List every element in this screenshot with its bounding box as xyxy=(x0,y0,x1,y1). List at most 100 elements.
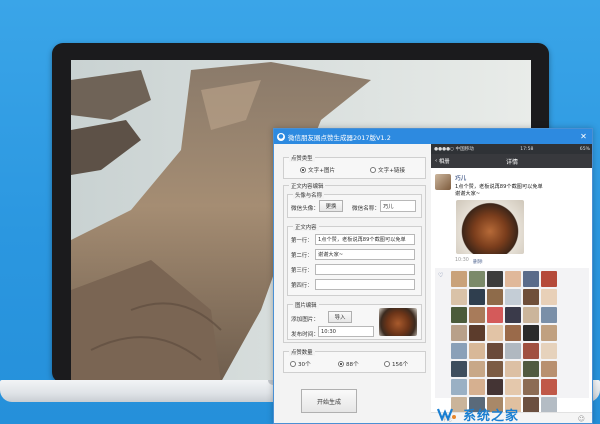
content-title: 正文内容 xyxy=(293,223,319,231)
liker-avatar[interactable] xyxy=(505,361,521,377)
liker-avatar[interactable] xyxy=(469,307,485,323)
liker-avatar[interactable] xyxy=(451,271,467,287)
liker-avatar[interactable] xyxy=(505,289,521,305)
content-line-2: 第二行： 谢谢大家~ xyxy=(291,249,415,260)
line-2-label: 第二行： xyxy=(291,252,313,259)
liker-avatar[interactable] xyxy=(487,361,503,377)
liker-avatar[interactable] xyxy=(451,289,467,305)
liker-avatar[interactable] xyxy=(523,271,539,287)
carrier-signal: ●●●●○ 中国移动 xyxy=(434,147,474,152)
avatar-label: 微信头像： xyxy=(291,206,319,212)
nav-title: 详情 xyxy=(505,158,518,166)
publish-time-input[interactable]: 10:30 xyxy=(318,326,374,337)
liker-avatar[interactable] xyxy=(505,307,521,323)
liker-avatar[interactable] xyxy=(523,397,539,413)
liker-avatar[interactable] xyxy=(469,289,485,305)
publish-time-label: 发布时间： xyxy=(291,332,319,338)
radio-count-88[interactable]: 88个 xyxy=(338,360,359,368)
line-1-input[interactable]: 1点个赞，老板说再89个截图可以免单 xyxy=(315,234,415,245)
liker-avatar-grid xyxy=(451,271,557,423)
liker-avatar[interactable] xyxy=(469,379,485,395)
avatar-name-group: 头像与名称 微信头像： 更换 微信名称： 巧儿 xyxy=(287,191,422,218)
liker-avatar[interactable] xyxy=(451,343,467,359)
name-input[interactable]: 巧儿 xyxy=(380,200,416,212)
back-label: 相册 xyxy=(438,159,450,165)
liker-avatar[interactable] xyxy=(451,379,467,395)
content-line-3: 第三行： xyxy=(291,264,415,275)
liker-avatar[interactable] xyxy=(523,289,539,305)
liker-avatar[interactable] xyxy=(541,343,557,359)
line-2-input[interactable]: 谢谢大家~ xyxy=(315,249,415,260)
liker-avatar[interactable] xyxy=(451,361,467,377)
post-text-line-2: 谢谢大家~ xyxy=(455,191,481,197)
liker-avatar[interactable] xyxy=(505,379,521,395)
post-text-line-1: 1点个赞，老板说再89个截图可以免单 xyxy=(455,184,543,190)
liker-avatar[interactable] xyxy=(505,343,521,359)
back-button[interactable]: ‹ 相册 xyxy=(435,154,450,168)
liker-avatar[interactable] xyxy=(451,307,467,323)
phone-nav-bar: ‹ 相册 详情 xyxy=(431,154,592,168)
like-count-group: 点赞数量 30个 88个 156个 xyxy=(283,348,426,373)
radio-text-image[interactable]: 文字+图片 xyxy=(300,166,335,174)
liker-avatar[interactable] xyxy=(487,343,503,359)
radio-dot-selected xyxy=(300,167,306,173)
post-image-thumbnail xyxy=(379,308,417,336)
liker-avatar[interactable] xyxy=(505,325,521,341)
radio-dot xyxy=(290,361,296,367)
phone-status-bar: ●●●●○ 中国移动 17:58 65% xyxy=(431,144,592,154)
author-name[interactable]: 巧儿 xyxy=(455,174,466,182)
liker-avatar[interactable] xyxy=(541,397,557,413)
line-3-input[interactable] xyxy=(315,264,415,275)
liker-avatar[interactable] xyxy=(541,379,557,395)
liker-avatar[interactable] xyxy=(541,289,557,305)
moments-post: 巧儿 1点个赞，老板说再89个截图可以免单 谢谢大家~ 10:30 删除 ♡ 评… xyxy=(431,168,592,423)
liker-avatar[interactable] xyxy=(523,361,539,377)
name-label: 微信名称： xyxy=(352,206,380,212)
liker-avatar[interactable] xyxy=(469,271,485,287)
avatar xyxy=(435,174,451,190)
delete-link[interactable]: 删除 xyxy=(473,258,483,265)
liker-avatar[interactable] xyxy=(541,325,557,341)
liker-avatar[interactable] xyxy=(505,271,521,287)
app-window: ● 微信朋友圈点赞生成器2017版V1.2 ✕ 点赞类型 文字+图片 文字+链接… xyxy=(273,128,593,424)
radio-text-link[interactable]: 文字+链接 xyxy=(370,166,405,174)
liker-avatar[interactable] xyxy=(541,361,557,377)
import-button[interactable]: 导入 xyxy=(328,311,352,323)
line-4-input[interactable] xyxy=(315,279,415,290)
watermark-logo-icon xyxy=(436,407,457,422)
radio-count-30[interactable]: 30个 xyxy=(290,360,311,368)
liker-avatar[interactable] xyxy=(451,325,467,341)
radio-text-image-label: 文字+图片 xyxy=(308,168,336,174)
likes-box: ♡ xyxy=(435,268,589,423)
replace-avatar-button[interactable]: 更换 xyxy=(319,200,343,212)
wechat-preview: ●●●●○ 中国移动 17:58 65% ‹ 相册 详情 巧儿 1点个赞，老板说… xyxy=(431,144,592,423)
liker-avatar[interactable] xyxy=(487,379,503,395)
liker-avatar[interactable] xyxy=(487,289,503,305)
post-photo[interactable] xyxy=(456,200,524,254)
close-icon[interactable]: ✕ xyxy=(575,129,592,144)
watermark-logo-svg xyxy=(436,408,456,422)
image-edit-group: 图片编辑 添加图片： 导入 发布时间： 10:30 xyxy=(287,301,422,340)
liker-avatar[interactable] xyxy=(541,271,557,287)
liker-avatar[interactable] xyxy=(487,271,503,287)
liker-avatar[interactable] xyxy=(487,307,503,323)
radio-count-156-label: 156个 xyxy=(392,362,409,368)
liker-avatar[interactable] xyxy=(523,325,539,341)
liker-avatar[interactable] xyxy=(469,325,485,341)
smile-icon[interactable]: ☺ xyxy=(578,415,585,423)
liker-avatar[interactable] xyxy=(523,379,539,395)
title-bar[interactable]: ● 微信朋友圈点赞生成器2017版V1.2 ✕ xyxy=(274,129,592,144)
image-edit-title: 图片编辑 xyxy=(293,301,319,309)
liker-avatar[interactable] xyxy=(523,307,539,323)
window-title: 微信朋友圈点赞生成器2017版V1.2 xyxy=(288,133,391,142)
liker-avatar[interactable] xyxy=(523,343,539,359)
liker-avatar[interactable] xyxy=(469,343,485,359)
liker-avatar[interactable] xyxy=(541,307,557,323)
liker-avatar[interactable] xyxy=(487,325,503,341)
radio-text-link-label: 文字+链接 xyxy=(378,168,406,174)
generate-button[interactable]: 开始生成 xyxy=(301,389,357,413)
radio-count-156[interactable]: 156个 xyxy=(384,360,408,368)
radio-count-88-label: 88个 xyxy=(346,362,359,368)
like-type-title: 点赞类型 xyxy=(289,154,315,162)
liker-avatar[interactable] xyxy=(469,361,485,377)
